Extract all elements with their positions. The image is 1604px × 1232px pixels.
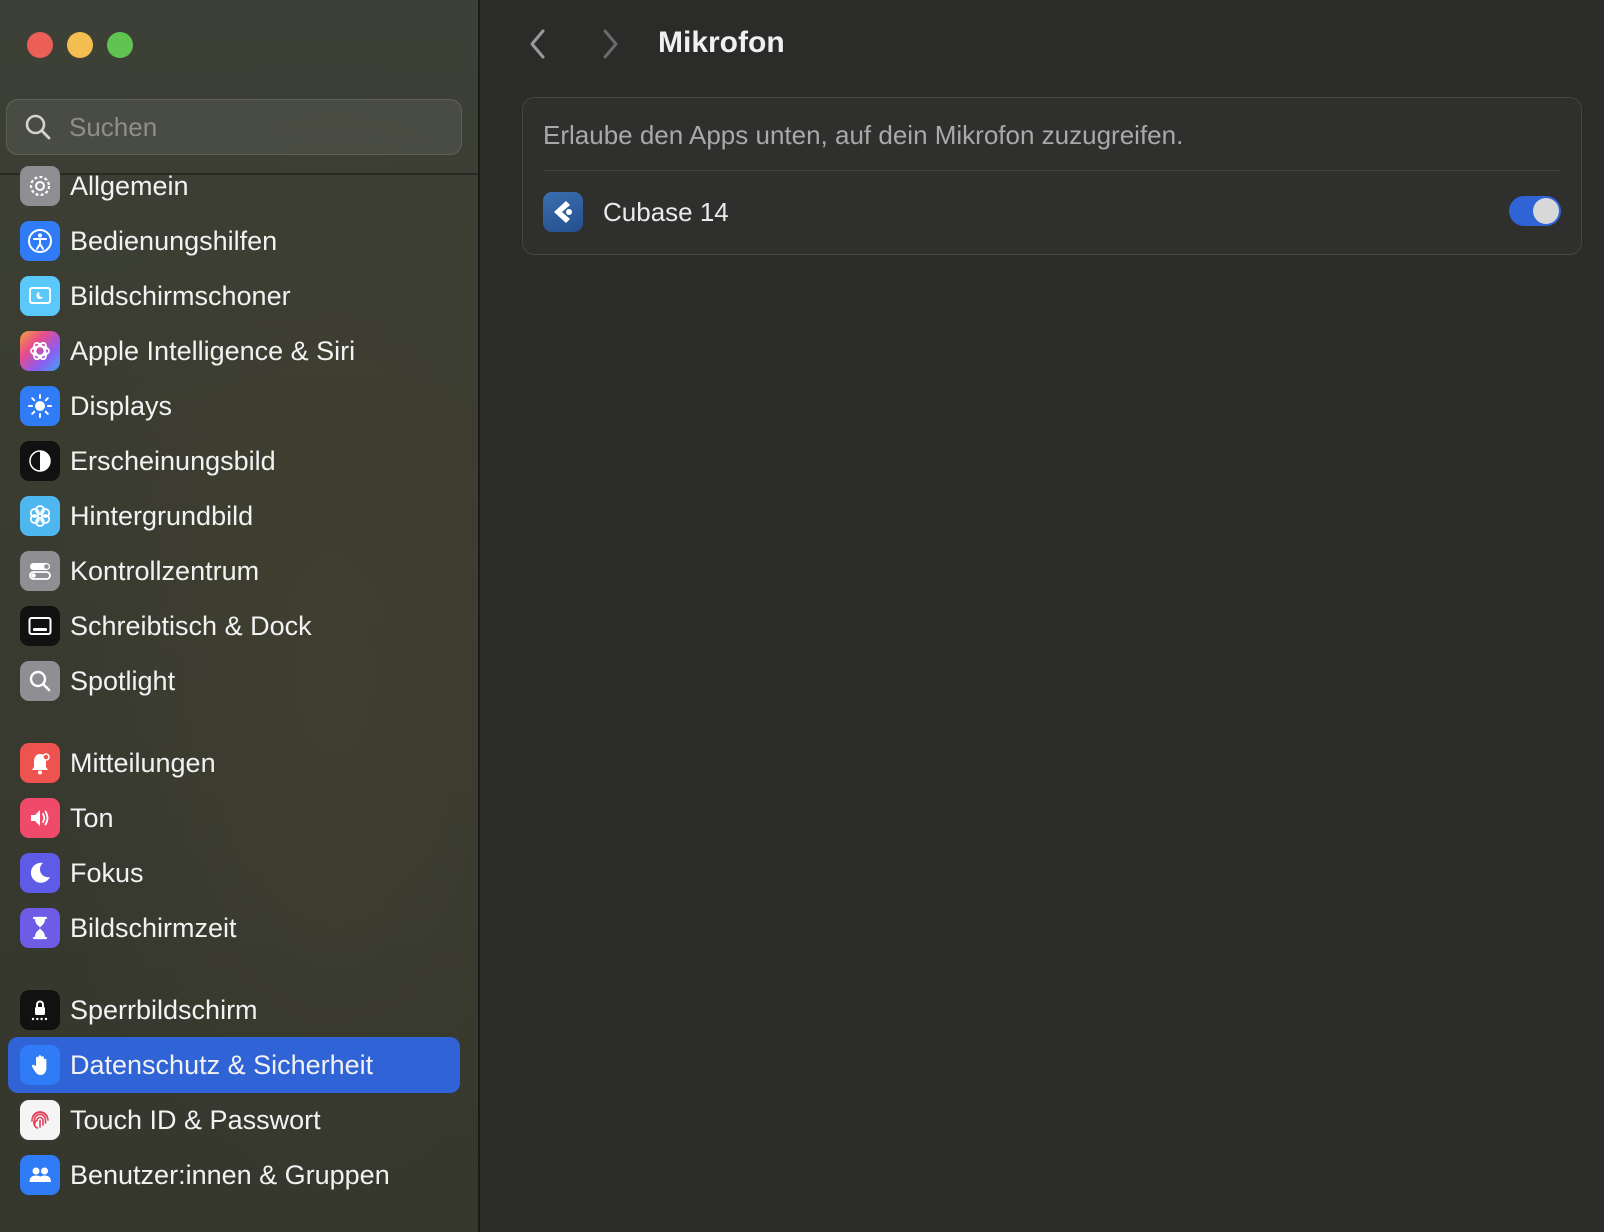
appearance-icon [20, 441, 60, 481]
dock-icon [20, 606, 60, 646]
sun-icon [20, 386, 60, 426]
sidebar-item-datenschutz-sicherheit[interactable]: Datenschutz & Sicherheit [8, 1037, 460, 1093]
gear-icon [20, 166, 60, 206]
sidebar-item-label: Fokus [70, 857, 144, 888]
divider [543, 170, 1561, 171]
sidebar: Allgemein Bedienungshilfen Bildschirmsch… [0, 0, 480, 1232]
sidebar-item-displays[interactable]: Displays [8, 378, 460, 434]
sidebar-item-schreibtisch-dock[interactable]: Schreibtisch & Dock [8, 598, 460, 654]
sidebar-item-label: Touch ID & Passwort [70, 1104, 321, 1135]
microphone-permissions-card: Erlaube den Apps unten, auf dein Mikrofo… [522, 97, 1582, 255]
siri-icon [20, 331, 60, 371]
sidebar-item-ton[interactable]: Ton [8, 790, 460, 846]
maximize-button[interactable] [107, 32, 133, 58]
fingerprint-icon [20, 1100, 60, 1140]
content-pane: Mikrofon Erlaube den Apps unten, auf dei… [482, 0, 1604, 1232]
sidebar-item-bedienungshilfen[interactable]: Bedienungshilfen [8, 213, 460, 269]
sidebar-item-apple-intelligence[interactable]: Apple Intelligence & Siri [8, 323, 460, 379]
flower-icon [20, 496, 60, 536]
sidebar-item-label: Displays [70, 390, 173, 421]
chevron-left-icon [530, 29, 545, 59]
moon-icon [20, 853, 60, 893]
sidebar-item-label: Hintergrundbild [70, 500, 254, 531]
sidebar-item-kontrollzentrum[interactable]: Kontrollzentrum [8, 543, 460, 599]
window-controls [27, 32, 133, 58]
sidebar-item-label: Mitteilungen [70, 747, 216, 778]
sidebar-item-label: Datenschutz & Sicherheit [70, 1049, 374, 1080]
sidebar-item-label: Apple Intelligence & Siri [70, 335, 356, 366]
page-title: Mikrofon [658, 26, 785, 59]
sidebar-item-label: Benutzer:innen & Gruppen [70, 1159, 390, 1190]
search-field[interactable] [6, 99, 462, 155]
minimize-button[interactable] [67, 32, 93, 58]
chevron-right-icon [603, 29, 618, 59]
control-center-icon [20, 551, 60, 591]
sidebar-item-label: Allgemein [70, 170, 189, 201]
magnifier-icon [20, 661, 60, 701]
speaker-icon [20, 798, 60, 838]
sidebar-item-sperrbildschirm[interactable]: Sperrbildschirm [8, 982, 460, 1038]
sidebar-item-label: Kontrollzentrum [70, 555, 260, 586]
hand-icon [20, 1045, 60, 1085]
sidebar-item-mitteilungen[interactable]: Mitteilungen [8, 735, 460, 791]
cubase-icon [543, 192, 583, 232]
sidebar-item-label: Bedienungshilfen [70, 225, 278, 256]
search-input[interactable] [69, 111, 429, 143]
sidebar-item-fokus[interactable]: Fokus [8, 845, 460, 901]
sidebar-item-label: Bildschirmzeit [70, 912, 237, 943]
permission-description: Erlaube den Apps unten, auf dein Mikrofo… [543, 120, 1184, 150]
search-icon [25, 114, 51, 140]
toggle-knob [1533, 198, 1559, 224]
sidebar-item-bildschirmschoner[interactable]: Bildschirmschoner [8, 268, 460, 324]
hourglass-icon [20, 908, 60, 948]
sidebar-item-bildschirmzeit[interactable]: Bildschirmzeit [8, 900, 460, 956]
screensaver-icon [20, 276, 60, 316]
forward-button[interactable] [590, 24, 630, 64]
sidebar-item-benutzer-gruppen[interactable]: Benutzer:innen & Gruppen [8, 1147, 460, 1203]
users-icon [20, 1155, 60, 1195]
sidebar-item-label: Bildschirmschoner [70, 280, 291, 311]
sidebar-item-hintergrundbild[interactable]: Hintergrundbild [8, 488, 460, 544]
sidebar-item-label: Sperrbildschirm [70, 994, 258, 1025]
sidebar-item-label: Erscheinungsbild [70, 445, 276, 476]
sidebar-item-touch-id[interactable]: Touch ID & Passwort [8, 1092, 460, 1148]
app-access-toggle[interactable] [1509, 196, 1561, 226]
sidebar-item-label: Spotlight [70, 665, 176, 696]
accessibility-icon [20, 221, 60, 261]
sidebar-item-allgemein[interactable]: Allgemein [8, 158, 460, 214]
lock-icon [20, 990, 60, 1030]
sidebar-item-label: Ton [70, 802, 114, 833]
back-button[interactable] [518, 24, 558, 64]
sidebar-item-spotlight[interactable]: Spotlight [8, 653, 460, 709]
sidebar-item-erscheinungsbild[interactable]: Erscheinungsbild [8, 433, 460, 489]
app-row: Cubase 14 [543, 190, 1561, 234]
close-button[interactable] [27, 32, 53, 58]
sidebar-item-label: Schreibtisch & Dock [70, 610, 312, 641]
app-name: Cubase 14 [603, 196, 729, 227]
bell-icon [20, 743, 60, 783]
